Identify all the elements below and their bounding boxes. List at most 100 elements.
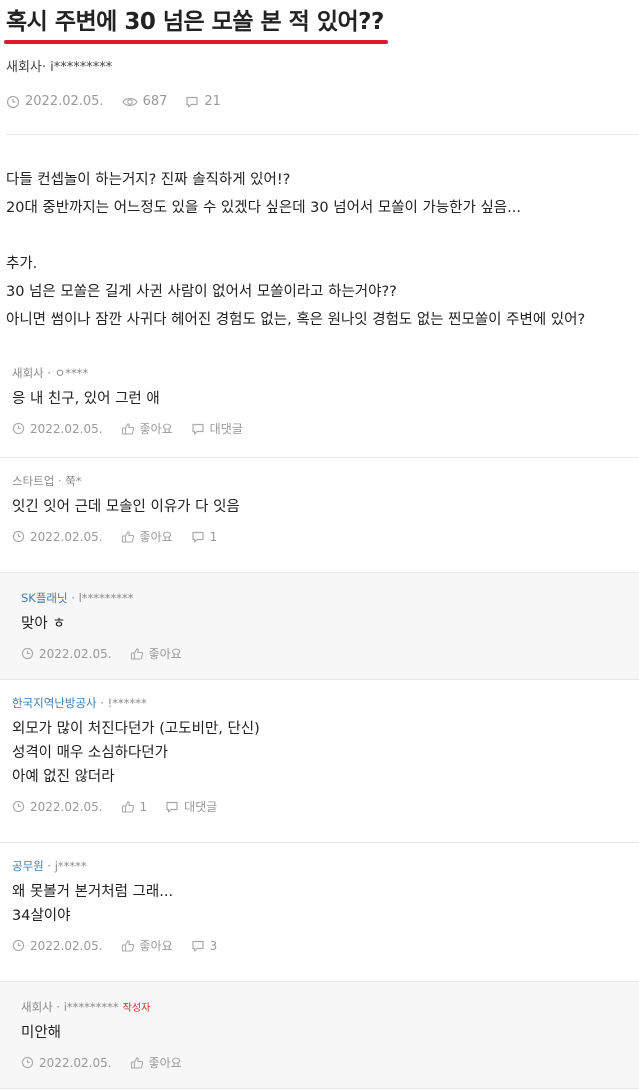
comment-separator: ·	[96, 696, 108, 710]
comment-text: 왜 못볼거 본거처럼 그래... 34살이야	[12, 880, 627, 928]
comment-separator: ·	[67, 591, 79, 605]
comment-user: i*********	[63, 1000, 119, 1014]
like-button[interactable]: 좋아요	[121, 420, 173, 437]
body-line: 아니면 썸이나 잠깐 사귀다 헤어진 경험도 없는, 혹은 원나잇 경험도 없는…	[6, 312, 586, 328]
comment-text-line: 응 내 친구, 있어 그런 애	[12, 391, 160, 407]
like-label: 좋아요	[148, 647, 182, 661]
comment-icon	[192, 940, 204, 952]
post-meta: 2022.02.05. 687 21	[6, 94, 633, 109]
comment-user: l*********	[78, 591, 134, 605]
thumbs-up-icon	[121, 530, 134, 543]
like-label: 좋아요	[139, 939, 173, 953]
comment-user: 쭉*	[65, 474, 82, 488]
comment-date: 2022.02.05.	[21, 1056, 112, 1070]
comment-org[interactable]: SK플래닛	[21, 591, 68, 605]
post-comments[interactable]: 21	[185, 94, 221, 109]
comment-org[interactable]: 새회사	[21, 1000, 53, 1014]
reply-label: 3	[209, 938, 218, 953]
thumbs-up-icon	[121, 939, 134, 952]
comment-separator: ·	[43, 366, 55, 380]
comment-text-line: 34살이야	[12, 908, 71, 924]
comment-org[interactable]: 새회사	[12, 366, 44, 380]
reply-button[interactable]: 대댓글	[191, 420, 243, 437]
comment-text-line: 성격이 매우 소심하다던가	[12, 745, 168, 761]
comment-text: 미안해	[21, 1021, 619, 1045]
comment-icon	[192, 531, 204, 543]
comment-icon	[186, 96, 199, 108]
post-title: 혹시 주변에 30 넘은 모쏠 본 적 있어??	[6, 9, 384, 35]
comment-text-line: 맞아 ㅎ	[21, 616, 66, 632]
header-divider	[6, 134, 639, 135]
comment-text: 맞아 ㅎ	[21, 612, 619, 636]
comment-date-text: 2022.02.05.	[30, 799, 103, 814]
like-button[interactable]: 좋아요	[130, 645, 182, 662]
comment-date-text: 2022.02.05.	[30, 529, 103, 544]
reply-button[interactable]: 3	[191, 938, 218, 953]
post-body: 다들 컨셉놀이 하는거지? 진짜 솔직하게 있어!? 20대 중반까지는 어느정…	[6, 166, 633, 334]
comment-text-line: 아예 없진 않더라	[12, 769, 115, 785]
thumbs-up-icon	[121, 422, 134, 435]
like-button[interactable]: 좋아요	[121, 528, 173, 545]
post-date: 2022.02.05.	[6, 94, 104, 109]
comment-author[interactable]: SK플래닛 · l*********	[21, 590, 619, 606]
comment-icon	[192, 423, 204, 435]
comment-meta: 2022.02.05. 좋아요	[21, 1054, 619, 1071]
body-line: 다들 컨셉놀이 하는거지? 진짜 솔직하게 있어!?	[6, 172, 291, 188]
comment-author[interactable]: 한국지역난방공사 · !******	[12, 695, 627, 711]
comment-date-text: 2022.02.05.	[30, 938, 103, 953]
comment-meta: 2022.02.05. 좋아요 대댓글	[12, 420, 627, 437]
body-line: 20대 중반까지는 어느정도 있을 수 있겠다 싶은데 30 넘어서 모쏠이 가…	[6, 200, 521, 216]
comment-date: 2022.02.05.	[12, 800, 103, 814]
reply-label: 대댓글	[209, 422, 243, 436]
like-label: 1	[139, 799, 148, 814]
reply-label: 1	[209, 529, 218, 544]
post-comments-count: 21	[204, 94, 221, 109]
comment-date: 2022.02.05.	[12, 939, 103, 953]
body-line: 추가.	[6, 256, 38, 272]
comment-list: 새회사 · ㅇ**** 응 내 친구, 있어 그런 애 2022.02.05. 좋아요…	[0, 350, 639, 1089]
like-button[interactable]: 좋아요	[130, 1054, 182, 1071]
comment-author[interactable]: 스타트업 · 쭉*	[12, 473, 627, 489]
comment-author[interactable]: 새회사 · ㅇ****	[12, 365, 627, 381]
comment-org[interactable]: 스타트업	[12, 474, 54, 488]
clock-icon	[6, 95, 20, 108]
comment-user: ㅇ****	[54, 366, 89, 380]
reply-comment: SK플래닛 · l********* 맞아 ㅎ 2022.02.05. 좋아요	[0, 573, 639, 680]
like-label: 좋아요	[148, 1056, 182, 1070]
comment-user: !******	[107, 696, 147, 710]
comment-date-text: 2022.02.05.	[30, 421, 103, 436]
comment-author[interactable]: 새회사 · i********* 작성자	[21, 999, 619, 1015]
comment-text-line: 외모가 많이 처진다던가 (고도비만, 단신)	[12, 721, 260, 737]
comment-text: 응 내 친구, 있어 그런 애	[12, 387, 627, 411]
clock-icon	[21, 647, 34, 660]
clock-icon	[12, 800, 25, 813]
post-author[interactable]: 새회사· i*********	[6, 56, 633, 75]
comment-author[interactable]: 공무원 · j*****	[12, 858, 627, 874]
reply-button[interactable]: 대댓글	[165, 798, 217, 815]
comment-text: 잇긴 잇어 근데 모솔인 이유가 다 잇음	[12, 495, 627, 519]
comment-date-text: 2022.02.05.	[39, 646, 112, 661]
comment: 공무원 · j***** 왜 못볼거 본거처럼 그래... 34살이야 2022.02…	[0, 843, 639, 982]
thumbs-up-icon	[121, 800, 134, 813]
thumbs-up-icon	[130, 1056, 143, 1069]
comment-org[interactable]: 한국지역난방공사	[12, 696, 97, 710]
comment-separator: ·	[43, 859, 55, 873]
reply-button[interactable]: 1	[191, 529, 218, 544]
like-button[interactable]: 1	[121, 799, 148, 814]
clock-icon	[12, 530, 25, 543]
comment-org[interactable]: 공무원	[12, 859, 44, 873]
comment-date: 2022.02.05.	[21, 647, 112, 661]
comment-separator: ·	[54, 474, 66, 488]
body-line	[6, 222, 633, 250]
comment: 한국지역난방공사 · !****** 외모가 많이 처진다던가 (고도비만, 단신…	[0, 680, 639, 843]
comment-meta: 2022.02.05. 좋아요	[21, 645, 619, 662]
post-views-count: 687	[142, 94, 168, 109]
reply-comment: 새회사 · i********* 작성자미안해 2022.02.05. 좋아요	[0, 982, 639, 1089]
post-header: 혹시 주변에 30 넘은 모쏠 본 적 있어?? 새회사· i*********…	[0, 0, 639, 109]
comment-date-text: 2022.02.05.	[39, 1055, 112, 1070]
comment-user: j*****	[54, 859, 87, 873]
comment-date: 2022.02.05.	[12, 422, 103, 436]
title-highlight-underline	[4, 40, 388, 44]
writer-badge: 작성자	[122, 1003, 151, 1014]
like-button[interactable]: 좋아요	[121, 937, 173, 954]
